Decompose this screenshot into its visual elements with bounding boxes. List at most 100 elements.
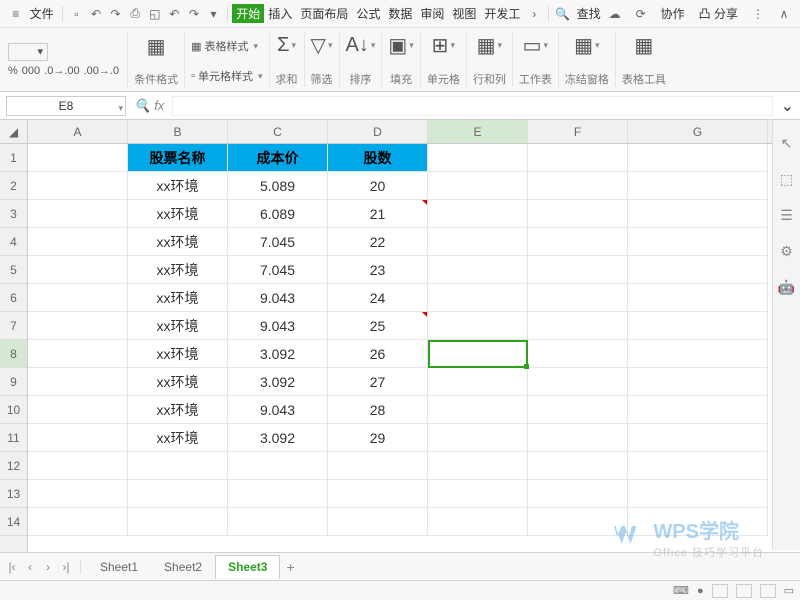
col-header[interactable]: E [428,120,528,143]
cell[interactable]: 6.089 [228,200,328,228]
cell[interactable] [328,480,428,508]
rowscols-icon[interactable]: ▦▾ [477,32,502,58]
sheet-tab-3[interactable]: Sheet3 [215,555,280,579]
cell[interactable] [528,284,628,312]
properties-icon[interactable]: ☰ [778,206,796,224]
cell[interactable] [528,144,628,172]
hamburger-icon[interactable]: ≡ [8,6,24,22]
cell[interactable] [28,172,128,200]
cell[interactable] [428,424,528,452]
cell[interactable] [628,508,768,536]
tab-formula[interactable]: 公式 [352,5,384,22]
cell[interactable]: 27 [328,368,428,396]
cell[interactable] [228,480,328,508]
row-header[interactable]: 7 [0,312,27,340]
undo-icon[interactable]: ↶ [88,6,104,22]
thousands-button[interactable]: 000 [22,65,40,77]
redo-icon[interactable]: ↷ [108,6,124,22]
cell[interactable] [128,452,228,480]
cells-area[interactable]: 股票名称成本价股数xx环境5.08920xx环境6.08921xx环境7.045… [28,144,800,536]
cell[interactable] [28,256,128,284]
cell[interactable] [628,312,768,340]
collab-button[interactable]: 协作 [657,5,689,22]
cell[interactable] [628,396,768,424]
sheet-tab-2[interactable]: Sheet2 [151,555,215,579]
more-icon[interactable]: ⋮ [750,6,766,22]
cell[interactable] [428,480,528,508]
cell[interactable] [528,424,628,452]
sort-icon[interactable]: A↓▾ [346,32,376,58]
cell[interactable] [428,368,528,396]
cell[interactable] [428,284,528,312]
cell[interactable] [428,200,528,228]
cell[interactable] [528,256,628,284]
name-box[interactable]: E8▾ [6,96,126,116]
cell[interactable]: 股票名称 [128,144,228,172]
robot-icon[interactable]: 🤖 [778,278,796,296]
cell[interactable] [28,480,128,508]
cell[interactable] [428,228,528,256]
cell[interactable] [528,368,628,396]
tab-layout[interactable]: 页面布局 [296,5,352,22]
cell[interactable]: 股数 [328,144,428,172]
cell[interactable]: 9.043 [228,396,328,424]
menu-file[interactable]: 文件 [26,5,58,22]
cell[interactable] [128,508,228,536]
row-header[interactable]: 14 [0,508,27,536]
tab-data[interactable]: 数据 [384,5,416,22]
cell[interactable]: 25 [328,312,428,340]
select-all-corner[interactable]: ◢ [0,120,27,144]
cell[interactable]: 成本价 [228,144,328,172]
cell[interactable] [28,312,128,340]
sheet-first-icon[interactable]: |‹ [4,560,20,574]
collapse-icon[interactable]: ∧ [776,6,792,22]
cell[interactable] [628,368,768,396]
cell[interactable]: xx环境 [128,396,228,424]
fx-icon[interactable]: fx [154,98,164,113]
cell[interactable] [28,508,128,536]
cell[interactable]: xx环境 [128,172,228,200]
cell[interactable] [428,312,528,340]
format-select[interactable]: ▾ [8,43,48,61]
view-layout-button[interactable] [760,584,776,598]
select-tool-icon[interactable]: ⬚ [778,170,796,188]
cell[interactable]: xx环境 [128,424,228,452]
row-header[interactable]: 10 [0,396,27,424]
fill-icon[interactable]: ▣▾ [388,32,413,58]
cell[interactable] [228,452,328,480]
readmode-icon[interactable]: ▭ [784,584,794,597]
cell[interactable] [628,256,768,284]
cell[interactable] [28,368,128,396]
cell[interactable] [28,452,128,480]
percent-button[interactable]: % [8,65,18,77]
col-header[interactable]: B [128,120,228,143]
cell[interactable]: 9.043 [228,284,328,312]
cell[interactable] [528,396,628,424]
cell[interactable]: xx环境 [128,228,228,256]
trace-icon[interactable]: 🔍 [134,98,150,114]
redo2-icon[interactable]: ↷ [186,6,202,22]
undo2-icon[interactable]: ↶ [167,6,183,22]
sum-icon[interactable]: Σ▾ [277,32,296,58]
row-header[interactable]: 13 [0,480,27,508]
cell[interactable] [428,340,528,368]
cell[interactable]: 5.089 [228,172,328,200]
cell[interactable] [328,508,428,536]
cell[interactable]: 20 [328,172,428,200]
sheet-tab-1[interactable]: Sheet1 [87,555,151,579]
formula-expand-icon[interactable]: ⌄ [781,96,794,116]
cell[interactable] [528,452,628,480]
tabletools-icon[interactable]: ▦ [634,32,653,58]
cell-style-button[interactable]: ▫ 单元格样式▾ [191,62,262,90]
cell[interactable]: xx环境 [128,368,228,396]
cell[interactable] [528,172,628,200]
formula-bar[interactable] [172,96,772,116]
table-style-button[interactable]: ▦ 表格样式▾ [191,32,262,60]
cell[interactable] [28,396,128,424]
col-header[interactable]: C [228,120,328,143]
settings-icon[interactable]: ⚙ [778,242,796,260]
row-header[interactable]: 2 [0,172,27,200]
cell[interactable] [428,396,528,424]
row-header[interactable]: 4 [0,228,27,256]
cond-format-button[interactable]: ▦ [147,32,166,60]
